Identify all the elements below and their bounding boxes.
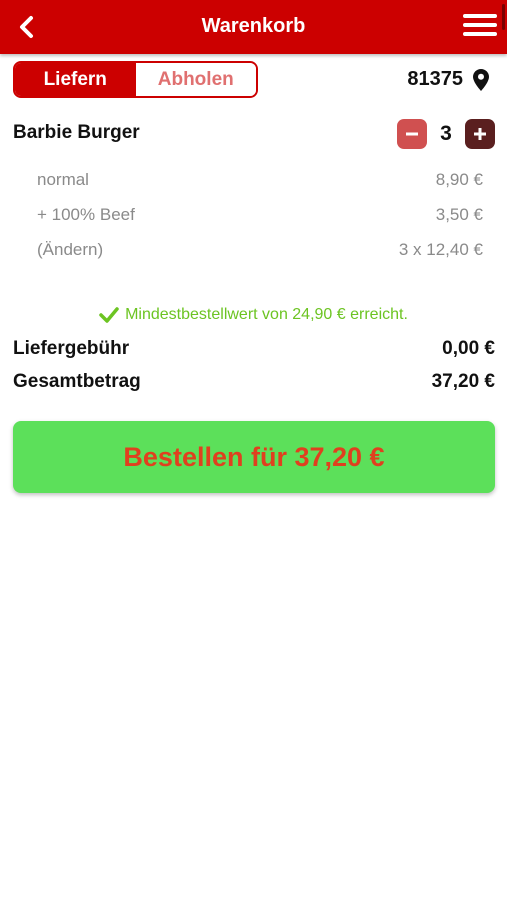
detail-value: 3 x 12,40 €: [398, 240, 483, 259]
delivery-fee-label: Liefergebühr: [13, 338, 130, 359]
total-row: Gesamtbetrag 37,20 €: [13, 371, 495, 393]
location-zip[interactable]: 81375: [407, 68, 489, 91]
detail-label: + 100% Beef: [37, 205, 135, 224]
notice-text: Mindestbestellwert von 24,90 € erreicht.: [125, 306, 408, 323]
detail-label: normal: [37, 170, 89, 189]
minimum-order-notice: Mindestbestellwert von 24,90 € erreicht.: [0, 306, 507, 324]
decrease-quantity-button[interactable]: [397, 119, 427, 149]
delivery-fee-row: Liefergebühr 0,00 €: [13, 338, 495, 360]
app-header: Warenkorb: [0, 0, 507, 54]
total-label: Gesamtbetrag: [13, 371, 141, 392]
cart-item-name: Barbie Burger: [13, 122, 140, 143]
item-detail-row: + 100% Beef 3,50 €: [37, 205, 483, 227]
item-detail-row: normal 8,90 €: [37, 170, 483, 192]
scrollbar-thumb[interactable]: [502, 4, 505, 30]
page-title: Warenkorb: [201, 15, 306, 37]
place-order-button[interactable]: Bestellen für 37,20 €: [13, 421, 495, 493]
quantity-value: 3: [440, 122, 452, 145]
total-value: 37,20 €: [431, 371, 495, 392]
plus-icon: [474, 128, 486, 140]
menu-button[interactable]: [463, 14, 497, 40]
edit-item-link[interactable]: (Ändern): [37, 240, 103, 262]
item-detail-row: (Ändern) 3 x 12,40 €: [37, 240, 483, 262]
minus-icon: [406, 132, 418, 136]
quantity-stepper: 3: [397, 119, 495, 149]
zip-code: 81375: [407, 68, 463, 90]
map-pin-icon: [473, 68, 489, 91]
delivery-mode-toggle: Liefern Abholen: [13, 61, 258, 98]
tab-abholen[interactable]: Abholen: [135, 63, 256, 96]
detail-value: 8,90 €: [435, 170, 483, 189]
tab-liefern[interactable]: Liefern: [15, 63, 136, 96]
delivery-fee-value: 0,00 €: [442, 338, 495, 359]
increase-quantity-button[interactable]: [465, 119, 495, 149]
detail-value: 3,50 €: [435, 205, 483, 224]
hamburger-menu-icon: [463, 14, 497, 36]
check-icon: [99, 307, 119, 323]
